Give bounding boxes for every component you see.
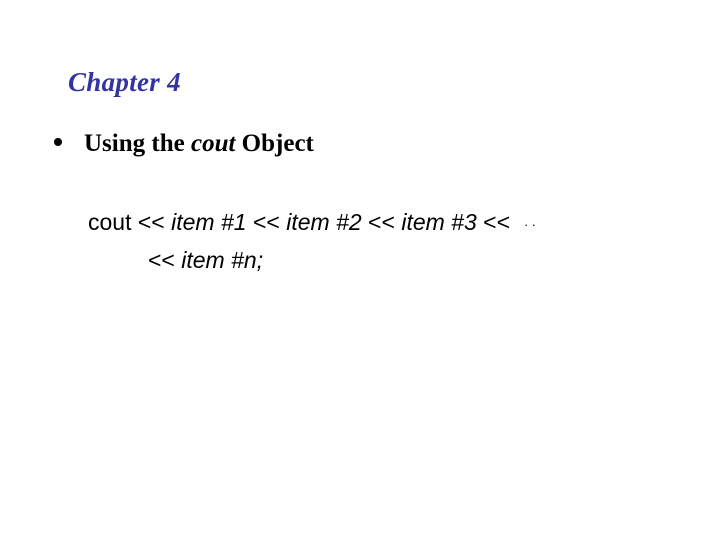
- code-ellipsis: ..: [524, 214, 540, 229]
- bullet-list-item: Using the cout Object: [54, 130, 314, 159]
- code-operator-n: <<: [148, 247, 182, 273]
- code-object-cout: cout: [88, 209, 138, 235]
- bullet-item-label: Using the cout Object: [84, 130, 314, 159]
- slide-canvas: Chapter 4 Using the cout Object cout << …: [0, 0, 720, 540]
- page-title: Chapter 4: [68, 67, 181, 97]
- code-line-1: cout << item #1 << item #2 << item #3 <<…: [88, 205, 540, 243]
- code-line-2: << item #n;: [88, 243, 540, 278]
- bullet-point-icon: [54, 138, 62, 146]
- code-item-3: item #3: [401, 209, 477, 235]
- code-operator-3: <<: [361, 209, 402, 235]
- code-sample: cout << item #1 << item #2 << item #3 <<…: [88, 205, 540, 278]
- bullet-text-suffix: Object: [235, 130, 314, 157]
- code-item-2: item #2: [286, 209, 362, 235]
- bullet-text-prefix: Using the: [84, 130, 191, 157]
- code-operator-2: <<: [246, 209, 287, 235]
- code-operator-4: <<: [476, 209, 517, 235]
- code-item-1: item #1: [171, 209, 247, 235]
- code-operator-1: <<: [137, 209, 172, 235]
- bullet-keyword-cout: cout: [190, 130, 236, 157]
- code-item-n: item #n;: [181, 247, 264, 273]
